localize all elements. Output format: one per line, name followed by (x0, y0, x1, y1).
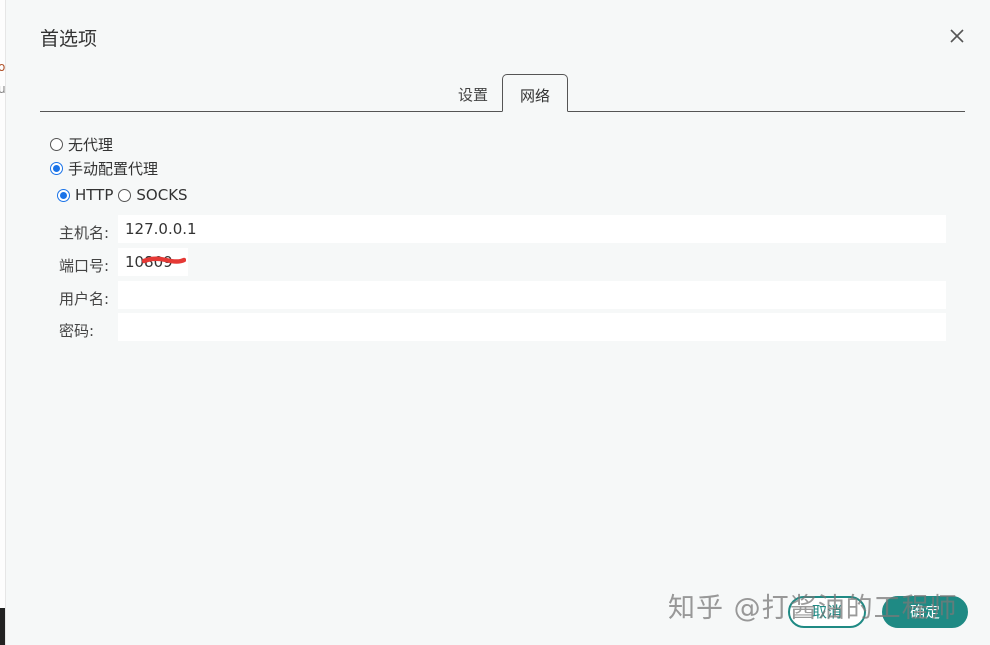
username-input[interactable] (118, 281, 946, 309)
username-label: 用户名: (59, 290, 110, 308)
socks-radio[interactable] (118, 188, 132, 202)
tab-settings[interactable]: 设置 (444, 74, 502, 111)
http-radio[interactable] (57, 188, 70, 202)
tab-bar: 设置 网络 (40, 74, 965, 112)
redaction-mark (142, 256, 186, 264)
port-label: 端口号: (59, 257, 110, 275)
password-input[interactable] (118, 313, 946, 341)
password-label: 密码: (59, 322, 95, 340)
manual-proxy-option[interactable]: 手动配置代理 (50, 158, 158, 179)
tab-network[interactable]: 网络 (502, 74, 568, 112)
background-fragment: u (0, 82, 6, 96)
background-dark-strip (0, 608, 5, 645)
manual-proxy-label: 手动配置代理 (68, 160, 159, 178)
no-proxy-label: 无代理 (68, 136, 114, 154)
dialog-title: 首选项 (40, 28, 98, 50)
proxy-type-group: HTTP SOCKS (57, 186, 188, 204)
no-proxy-radio[interactable] (50, 138, 63, 151)
host-label: 主机名: (59, 224, 110, 242)
socks-label: SOCKS (136, 186, 188, 204)
no-proxy-option[interactable]: 无代理 (50, 134, 113, 155)
http-label: HTTP (75, 186, 114, 204)
close-icon[interactable] (946, 25, 968, 47)
manual-proxy-radio[interactable] (50, 162, 63, 175)
watermark: 知乎 @打酱油的工程师 (668, 593, 958, 624)
preferences-dialog: 首选项 设置 网络 无代理 手动配置代理 HTTP SOCKS 主机名: 端口号… (6, 0, 990, 645)
host-input[interactable] (118, 215, 946, 243)
background-fragment: o (0, 60, 6, 74)
